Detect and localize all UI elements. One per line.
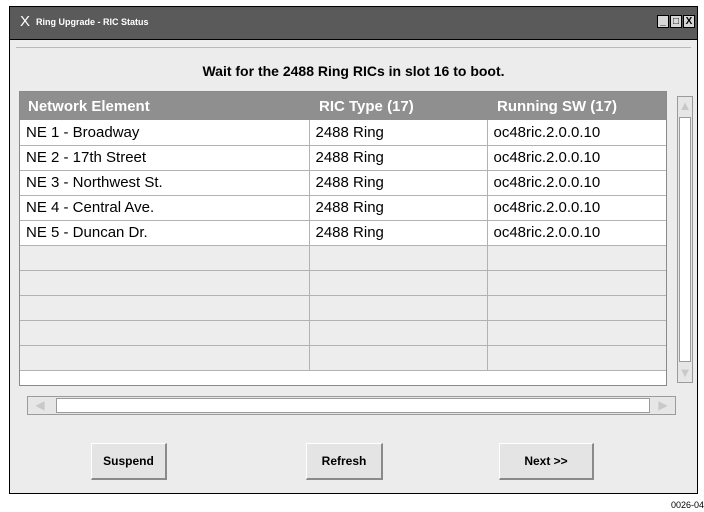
table-row-empty (20, 270, 666, 296)
cell-empty (487, 320, 666, 346)
window-controls: _ □ X (657, 15, 695, 28)
cell-running-sw: oc48ric.2.0.0.10 (487, 170, 666, 196)
cell-running-sw: oc48ric.2.0.0.10 (487, 120, 666, 146)
vertical-scrollbar[interactable]: ▲ ▼ (677, 96, 693, 383)
scroll-up-arrow-icon[interactable]: ▲ (678, 97, 692, 115)
cell-network-element: NE 4 - Central Ave. (20, 195, 310, 221)
cell-running-sw: oc48ric.2.0.0.10 (487, 145, 666, 171)
status-heading: Wait for the 2488 Ring RICs in slot 16 t… (202, 63, 505, 79)
cell-empty (309, 295, 488, 321)
figure-id: 0026-04 (670, 500, 704, 510)
column-header-network-element[interactable]: Network Element (20, 92, 309, 120)
cell-ric-type: 2488 Ring (309, 120, 488, 146)
ric-status-window: X Ring Upgrade - RIC Status _ □ X Wait f… (9, 6, 698, 494)
cell-ric-type: 2488 Ring (309, 145, 488, 171)
cell-ric-type: 2488 Ring (309, 170, 488, 196)
scroll-down-arrow-icon[interactable]: ▼ (678, 364, 692, 382)
cell-ric-type: 2488 Ring (309, 195, 488, 221)
cell-network-element: NE 5 - Duncan Dr. (20, 220, 310, 246)
cell-running-sw: oc48ric.2.0.0.10 (487, 220, 666, 246)
table-row-empty (20, 345, 666, 371)
status-table: Network Element RIC Type (17) Running SW… (20, 92, 666, 371)
table-row[interactable]: NE 1 - Broadway 2488 Ring oc48ric.2.0.0.… (20, 120, 666, 146)
cell-empty (487, 245, 666, 271)
table-row-empty (20, 295, 666, 321)
next-button[interactable]: Next >> (499, 443, 594, 480)
cell-empty (309, 245, 488, 271)
horizontal-scrollbar[interactable]: ◀ ▶ (27, 396, 676, 415)
table-header-row: Network Element RIC Type (17) Running SW… (20, 92, 666, 120)
cell-empty (309, 320, 488, 346)
cell-ric-type: 2488 Ring (309, 220, 488, 246)
table-row-empty (20, 245, 666, 271)
cell-empty (309, 345, 488, 371)
cell-empty (309, 270, 488, 296)
horizontal-scroll-thumb[interactable] (56, 398, 650, 413)
table-row[interactable]: NE 4 - Central Ave. 2488 Ring oc48ric.2.… (20, 195, 666, 221)
cell-network-element: NE 1 - Broadway (20, 120, 310, 146)
cell-running-sw: oc48ric.2.0.0.10 (487, 195, 666, 221)
column-header-ric-type[interactable]: RIC Type (17) (309, 92, 487, 120)
cell-empty (20, 320, 310, 346)
cell-network-element: NE 3 - Northwest St. (20, 170, 310, 196)
suspend-button[interactable]: Suspend (91, 443, 167, 480)
cell-empty (20, 245, 310, 271)
maximize-button[interactable]: □ (670, 15, 682, 28)
x-logo-icon: X (20, 13, 31, 30)
table-row[interactable]: NE 2 - 17th Street 2488 Ring oc48ric.2.0… (20, 145, 666, 171)
divider (16, 47, 691, 48)
table-row[interactable]: NE 3 - Northwest St. 2488 Ring oc48ric.2… (20, 170, 666, 196)
scroll-right-arrow-icon[interactable]: ▶ (653, 397, 673, 414)
table-row-empty (20, 320, 666, 346)
title-bar: X Ring Upgrade - RIC Status _ □ X (10, 7, 697, 40)
window-title: Ring Upgrade - RIC Status (36, 17, 149, 27)
column-header-running-sw[interactable]: Running SW (17) (487, 92, 666, 120)
cell-empty (20, 345, 310, 371)
scroll-left-arrow-icon[interactable]: ◀ (30, 397, 50, 414)
cell-empty (487, 295, 666, 321)
close-button[interactable]: X (683, 15, 695, 28)
cell-network-element: NE 2 - 17th Street (20, 145, 310, 171)
minimize-button[interactable]: _ (657, 15, 669, 28)
cell-empty (487, 270, 666, 296)
cell-empty (20, 295, 310, 321)
table-row[interactable]: NE 5 - Duncan Dr. 2488 Ring oc48ric.2.0.… (20, 220, 666, 246)
vertical-scroll-thumb[interactable] (679, 117, 691, 362)
refresh-button[interactable]: Refresh (306, 443, 383, 480)
status-table-area: Network Element RIC Type (17) Running SW… (19, 91, 667, 386)
cell-empty (487, 345, 666, 371)
cell-empty (20, 270, 310, 296)
